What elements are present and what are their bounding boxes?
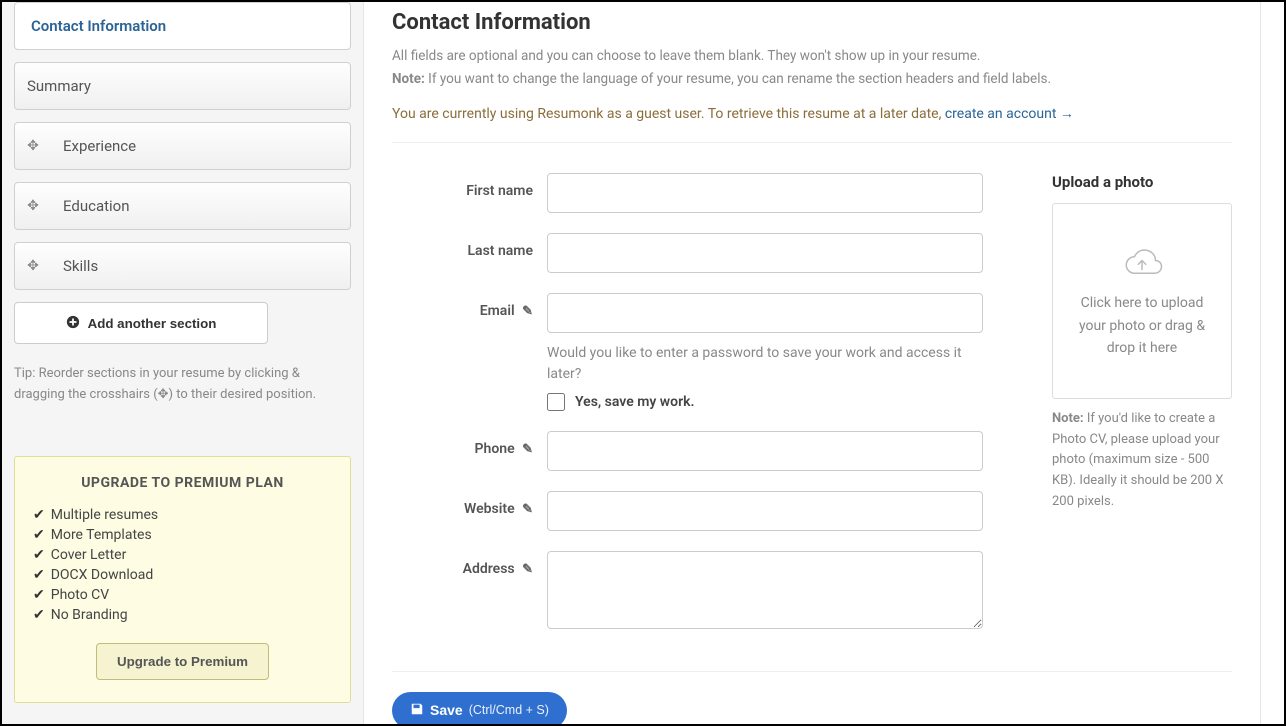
last-name-input[interactable] (547, 233, 983, 273)
check-icon: ✔ (33, 587, 45, 603)
upgrade-feature: ✔Photo CV (33, 585, 332, 605)
move-icon[interactable]: ✥ (15, 138, 51, 154)
guest-notice: You are currently using Resumonk as a gu… (392, 105, 1232, 142)
upgrade-feature: ✔DOCX Download (33, 565, 332, 585)
upgrade-feature: ✔Cover Letter (33, 545, 332, 565)
photo-note: Note: If you'd like to create a Photo CV… (1052, 409, 1232, 513)
right-gutter (1260, 2, 1284, 724)
password-prompt: Would you like to enter a password to sa… (547, 343, 983, 385)
upgrade-panel: UPGRADE TO PREMIUM PLAN ✔Multiple resume… (14, 456, 351, 703)
first-name-input[interactable] (547, 173, 983, 213)
save-shortcut-hint: (Ctrl/Cmd + S) (469, 703, 549, 717)
pencil-icon[interactable]: ✎ (522, 562, 533, 577)
save-button-label: Save (430, 702, 463, 718)
hint-text: All fields are optional and you can choo… (392, 45, 1232, 91)
upgrade-title: UPGRADE TO PREMIUM PLAN (33, 475, 332, 491)
upgrade-feature: ✔Multiple resumes (33, 505, 332, 525)
sidebar: Contact Information Summary ✥ Experience… (2, 2, 364, 724)
photo-title: Upload a photo (1052, 173, 1232, 191)
save-work-label: Yes, save my work. (575, 394, 694, 410)
website-label: Website ✎ (392, 491, 547, 517)
check-icon: ✔ (33, 607, 45, 623)
dropzone-text: Click here to upload your photo or drag … (1067, 292, 1217, 359)
upgrade-feature: ✔More Templates (33, 525, 332, 545)
sidebar-item-education[interactable]: ✥ Education (14, 182, 351, 230)
add-section-button[interactable]: Add another section (14, 302, 268, 344)
sidebar-item-summary[interactable]: Summary (14, 62, 351, 110)
check-icon: ✔ (33, 567, 45, 583)
plus-icon (66, 315, 80, 332)
save-work-checkbox[interactable] (547, 393, 565, 411)
save-button[interactable]: Save (Ctrl/Cmd + S) (392, 692, 567, 724)
note-label: Note: (392, 71, 425, 87)
check-icon: ✔ (33, 547, 45, 563)
last-name-label: Last name (392, 233, 547, 259)
email-label: Email ✎ (392, 293, 547, 319)
contact-form: First name Last name Email ✎ Would you l… (392, 173, 1022, 653)
check-icon: ✔ (33, 507, 45, 523)
upgrade-button[interactable]: Upgrade to Premium (96, 643, 269, 680)
sidebar-item-label: Experience (51, 137, 136, 155)
sidebar-item-label: Education (51, 197, 130, 215)
save-icon (410, 702, 424, 719)
upgrade-feature-list: ✔Multiple resumes ✔More Templates ✔Cover… (33, 505, 332, 625)
main-content: Contact Information All fields are optio… (364, 2, 1260, 724)
create-account-link[interactable]: create an account → (945, 106, 1074, 122)
move-icon[interactable]: ✥ (15, 258, 51, 274)
check-icon: ✔ (33, 527, 45, 543)
sidebar-item-label: Summary (15, 77, 91, 95)
add-section-label: Add another section (88, 316, 217, 331)
pencil-icon[interactable]: ✎ (522, 304, 533, 319)
sidebar-item-skills[interactable]: ✥ Skills (14, 242, 351, 290)
section-list: Contact Information Summary ✥ Experience… (14, 2, 351, 290)
website-input[interactable] (547, 491, 983, 531)
photo-upload-panel: Upload a photo Click here to upload your… (1052, 173, 1232, 653)
move-icon[interactable]: ✥ (15, 198, 51, 214)
pencil-icon[interactable]: ✎ (522, 442, 533, 457)
page-title: Contact Information (392, 10, 1232, 35)
sidebar-item-contact[interactable]: Contact Information (14, 2, 351, 50)
sidebar-item-experience[interactable]: ✥ Experience (14, 122, 351, 170)
sidebar-item-label: Contact Information (15, 17, 166, 35)
address-input[interactable] (547, 551, 983, 629)
photo-dropzone[interactable]: Click here to upload your photo or drag … (1052, 203, 1232, 399)
reorder-tip: Tip: Reorder sections in your resume by … (14, 364, 351, 406)
pencil-icon[interactable]: ✎ (522, 502, 533, 517)
cloud-upload-icon (1118, 242, 1166, 282)
sidebar-item-label: Skills (51, 257, 98, 275)
phone-label: Phone ✎ (392, 431, 547, 457)
address-label: Address ✎ (392, 551, 547, 577)
upgrade-feature: ✔No Branding (33, 605, 332, 625)
email-input[interactable] (547, 293, 983, 333)
first-name-label: First name (392, 173, 547, 199)
phone-input[interactable] (547, 431, 983, 471)
